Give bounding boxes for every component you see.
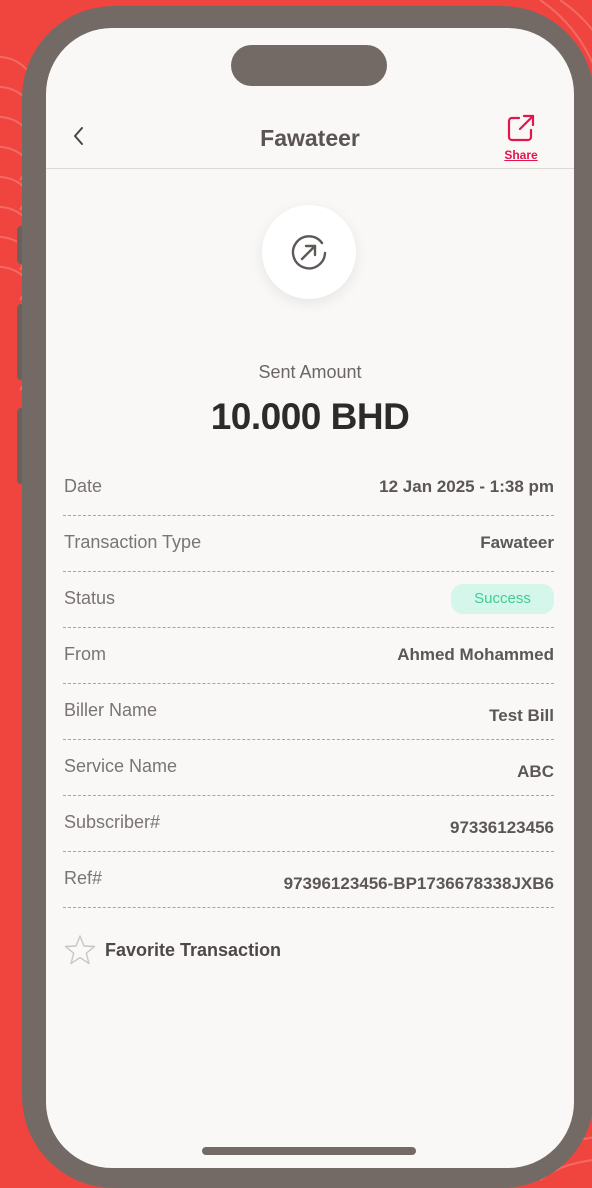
share-button[interactable]: Share: [498, 112, 544, 162]
detail-label: Status: [64, 588, 116, 608]
status-badge: Success: [451, 584, 554, 614]
sent-amount-label: Sent Amount: [258, 362, 362, 382]
detail-label: From: [64, 644, 106, 664]
home-indicator[interactable]: [202, 1147, 416, 1155]
detail-value: 12 Jan 2025 - 1:38 pm: [379, 477, 554, 496]
detail-label: Service Name: [64, 756, 178, 776]
star-outline-icon[interactable]: [63, 933, 97, 967]
detail-value: 97336123456: [449, 818, 554, 837]
transaction-detail-screen: Fawateer Share Sent Amount 10.000 BHD Da…: [46, 28, 574, 1168]
detail-label: Subscriber#: [64, 812, 161, 832]
detail-label: Date: [64, 476, 103, 496]
detail-value: Ahmed Mohammed: [397, 645, 554, 664]
arrow-up-right-circle-icon: [291, 235, 327, 270]
detail-row-ref: Ref# 97396123456-BP1736678338JXB6: [63, 852, 554, 908]
detail-value: Fawateer: [480, 533, 554, 552]
favorite-transaction-label[interactable]: Favorite Transaction: [105, 940, 281, 961]
detail-row-date: Date 12 Jan 2025 - 1:38 pm: [63, 460, 554, 516]
header: Fawateer Share: [46, 108, 574, 169]
detail-row-status: Status Success: [63, 572, 554, 628]
detail-row-transaction-type: Transaction Type Fawateer: [63, 516, 554, 572]
detail-label: Transaction Type: [64, 532, 202, 552]
detail-row-subscriber: Subscriber# 97336123456: [63, 796, 554, 852]
dynamic-island: [231, 45, 387, 86]
sent-icon-circle: [262, 205, 356, 299]
detail-value: 97396123456-BP1736678338JXB6: [283, 874, 554, 893]
detail-value: Test Bill: [489, 706, 554, 725]
share-external-icon: [507, 114, 535, 142]
detail-label: Biller Name: [64, 700, 158, 720]
detail-row-service-name: Service Name ABC: [63, 740, 554, 796]
sent-amount-value: 10.000 BHD: [210, 396, 410, 437]
detail-row-from: From Ahmed Mohammed: [63, 628, 554, 684]
detail-label: Ref#: [64, 868, 103, 888]
detail-value: ABC: [517, 762, 554, 781]
detail-row-biller-name: Biller Name Test Bill: [63, 684, 554, 740]
page-title: Fawateer: [260, 125, 360, 151]
transaction-details-list: Date 12 Jan 2025 - 1:38 pm Transaction T…: [63, 460, 554, 908]
favorite-transaction-toggle[interactable]: Favorite Transaction: [63, 933, 281, 967]
share-label[interactable]: Share: [498, 148, 544, 162]
